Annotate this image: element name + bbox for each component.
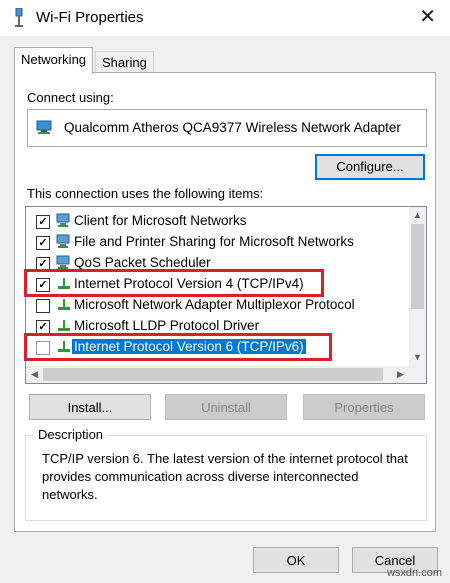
list-item-lldp[interactable]: ✓ Microsoft LLDP Protocol Driver bbox=[26, 316, 404, 337]
item-label: Client for Microsoft Networks bbox=[74, 213, 247, 228]
list-item-multiplexor[interactable]: Microsoft Network Adapter Multiplexor Pr… bbox=[26, 295, 404, 316]
list-item-ipv6[interactable]: Internet Protocol Version 6 (TCP/IPv6) bbox=[26, 337, 404, 358]
item-label: Microsoft LLDP Protocol Driver bbox=[74, 318, 260, 333]
tab-networking[interactable]: Networking bbox=[14, 47, 94, 74]
watermark-text: wsxdn.com bbox=[386, 567, 442, 579]
vertical-scroll-thumb[interactable] bbox=[411, 224, 424, 309]
item-checkbox[interactable]: ✓ bbox=[36, 320, 50, 334]
close-icon[interactable]: ✕ bbox=[419, 7, 436, 27]
window-title: Wi-Fi Properties bbox=[36, 9, 144, 26]
items-list[interactable]: ✓ Client for Microsoft Networks ✓ File a… bbox=[25, 206, 427, 384]
item-checkbox[interactable]: ✓ bbox=[36, 278, 50, 292]
properties-button[interactable]: Properties bbox=[303, 394, 425, 420]
connect-using-label: Connect using: bbox=[27, 90, 114, 105]
vertical-scrollbar[interactable]: ▲ ▼ bbox=[409, 207, 426, 366]
title-bar: Wi-Fi Properties ✕ bbox=[0, 0, 450, 36]
configure-button[interactable]: Configure... bbox=[315, 154, 425, 180]
item-label: QoS Packet Scheduler bbox=[74, 255, 211, 270]
scroll-up-icon[interactable]: ▲ bbox=[409, 207, 426, 224]
uninstall-button[interactable]: Uninstall bbox=[165, 394, 287, 420]
item-checkbox[interactable]: ✓ bbox=[36, 215, 50, 229]
list-item-client-ms-networks[interactable]: ✓ Client for Microsoft Networks bbox=[26, 211, 404, 232]
item-checkbox[interactable]: ✓ bbox=[36, 257, 50, 271]
horizontal-scroll-thumb[interactable] bbox=[43, 368, 383, 381]
description-text: TCP/IP version 6. The latest version of … bbox=[42, 451, 408, 502]
items-label: This connection uses the following items… bbox=[27, 186, 264, 201]
protocol-icon bbox=[56, 275, 72, 294]
description-group: Description TCP/IP version 6. The latest… bbox=[25, 427, 427, 521]
tab-sharing[interactable]: Sharing bbox=[95, 51, 154, 74]
install-button[interactable]: Install... bbox=[29, 394, 151, 420]
item-checkbox[interactable] bbox=[36, 341, 50, 355]
scroll-right-icon[interactable]: ▶ bbox=[392, 366, 409, 383]
network-service-icon bbox=[56, 254, 72, 273]
networking-panel: Connect using: Qualcomm Atheros QCA9377 … bbox=[14, 72, 436, 532]
network-adapter-icon bbox=[36, 120, 54, 139]
network-client-icon bbox=[56, 212, 72, 231]
item-label: File and Printer Sharing for Microsoft N… bbox=[74, 234, 354, 249]
item-checkbox[interactable] bbox=[36, 299, 50, 313]
protocol-icon bbox=[56, 296, 72, 315]
adapter-name: Qualcomm Atheros QCA9377 Wireless Networ… bbox=[64, 120, 401, 135]
ok-button[interactable]: OK bbox=[253, 547, 339, 573]
wifi-properties-icon bbox=[12, 7, 26, 31]
protocol-icon bbox=[56, 317, 72, 336]
item-checkbox[interactable]: ✓ bbox=[36, 236, 50, 250]
list-item-qos-scheduler[interactable]: ✓ QoS Packet Scheduler bbox=[26, 253, 404, 274]
item-label: Microsoft Network Adapter Multiplexor Pr… bbox=[74, 297, 355, 312]
description-legend: Description bbox=[34, 427, 108, 442]
scrollbar-corner bbox=[409, 366, 426, 383]
network-service-icon bbox=[56, 233, 72, 252]
protocol-icon bbox=[56, 338, 72, 357]
scroll-down-icon[interactable]: ▼ bbox=[409, 349, 426, 366]
horizontal-scrollbar[interactable]: ◀ ▶ bbox=[26, 366, 409, 383]
adapter-box: Qualcomm Atheros QCA9377 Wireless Networ… bbox=[27, 109, 427, 147]
item-label: Internet Protocol Version 4 (TCP/IPv4) bbox=[74, 276, 304, 291]
scroll-left-icon[interactable]: ◀ bbox=[26, 366, 43, 383]
list-item-ipv4[interactable]: ✓ Internet Protocol Version 4 (TCP/IPv4) bbox=[26, 274, 404, 295]
item-label: Internet Protocol Version 6 (TCP/IPv6) bbox=[72, 339, 306, 354]
list-item-file-printer-sharing[interactable]: ✓ File and Printer Sharing for Microsoft… bbox=[26, 232, 404, 253]
